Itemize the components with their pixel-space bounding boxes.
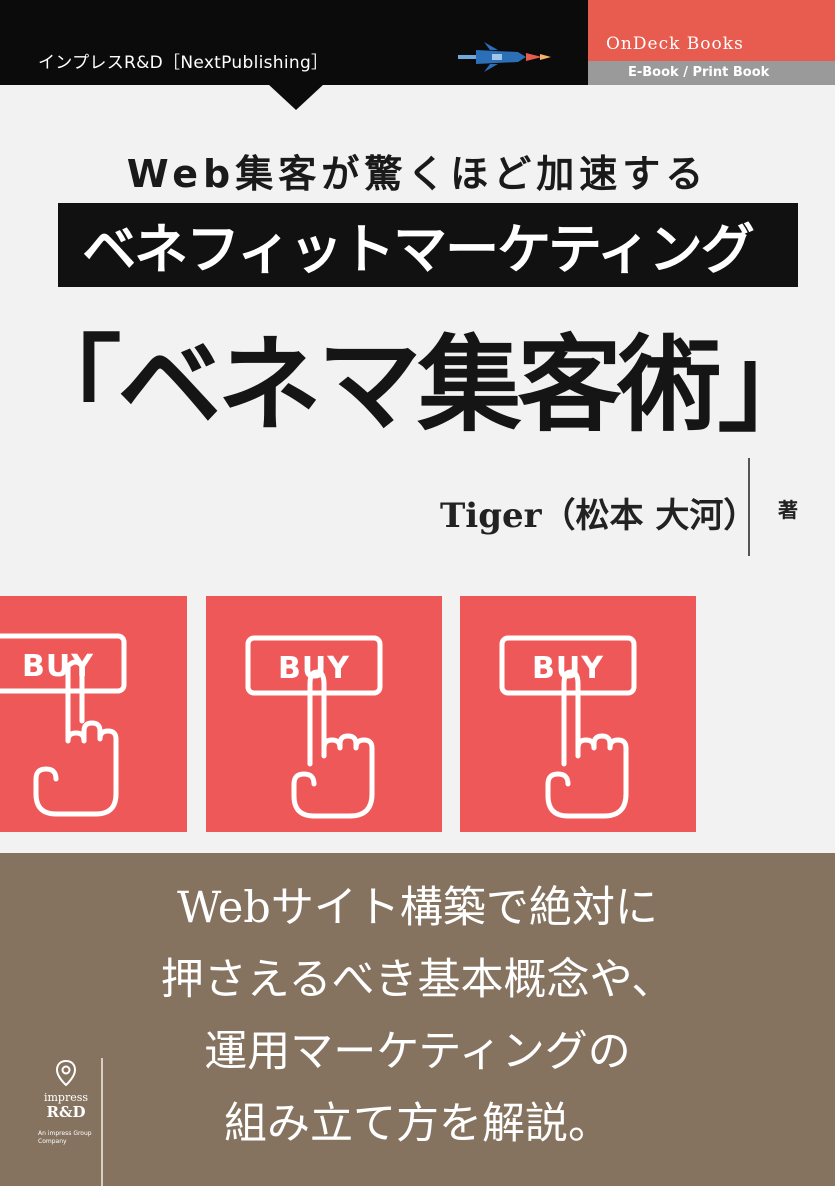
- buy-tile-2: BUY: [206, 596, 442, 832]
- header-pointer: [268, 84, 324, 110]
- impress-group: An impress Group Company: [38, 1130, 92, 1145]
- tagline-line: 押さえるべき基本概念や、: [160, 955, 675, 1005]
- author-name: Tiger（松本 大河）: [440, 496, 758, 536]
- ondeck-format: E-Book / Print Book: [588, 61, 835, 85]
- buy-tile-3: BUY: [460, 596, 696, 832]
- ondeck-badge: OnDeck Books E-Book / Print Book: [588, 0, 835, 85]
- title-bar-text: ベネフィットマーケティング: [82, 218, 755, 281]
- author-divider: [748, 458, 750, 556]
- author-role: 著: [778, 498, 798, 522]
- impress-rd: R&D: [46, 1103, 86, 1121]
- buy-tile-1: BUY: [0, 596, 187, 832]
- tagline-line: Webサイト構築で絶対に: [177, 883, 658, 933]
- buy-label: BUY: [278, 651, 350, 686]
- buy-label: BUY: [532, 651, 604, 686]
- tagline: Webサイト構築で絶対に 押さえるべき基本概念や、 運用マーケティングの 組み立…: [0, 872, 835, 1160]
- publisher-label: インプレスR&D［NextPublishing］: [38, 53, 329, 73]
- ondeck-brand: OnDeck Books: [588, 0, 835, 61]
- rocket-icon: [458, 42, 551, 72]
- pointer-hand-icon: [33, 659, 119, 817]
- imprint-divider: [101, 1058, 103, 1186]
- main-title: 「ベネマ集客術」: [17, 324, 821, 446]
- tagline-line: 組み立て方を解説。: [224, 1099, 611, 1149]
- location-pin-icon: [55, 1059, 77, 1087]
- tagline-line: 運用マーケティングの: [204, 1027, 631, 1077]
- impress-logo: impress R&D An impress Group Company: [38, 1059, 94, 1146]
- subtitle: Web集客が驚くほど加速する: [126, 152, 709, 196]
